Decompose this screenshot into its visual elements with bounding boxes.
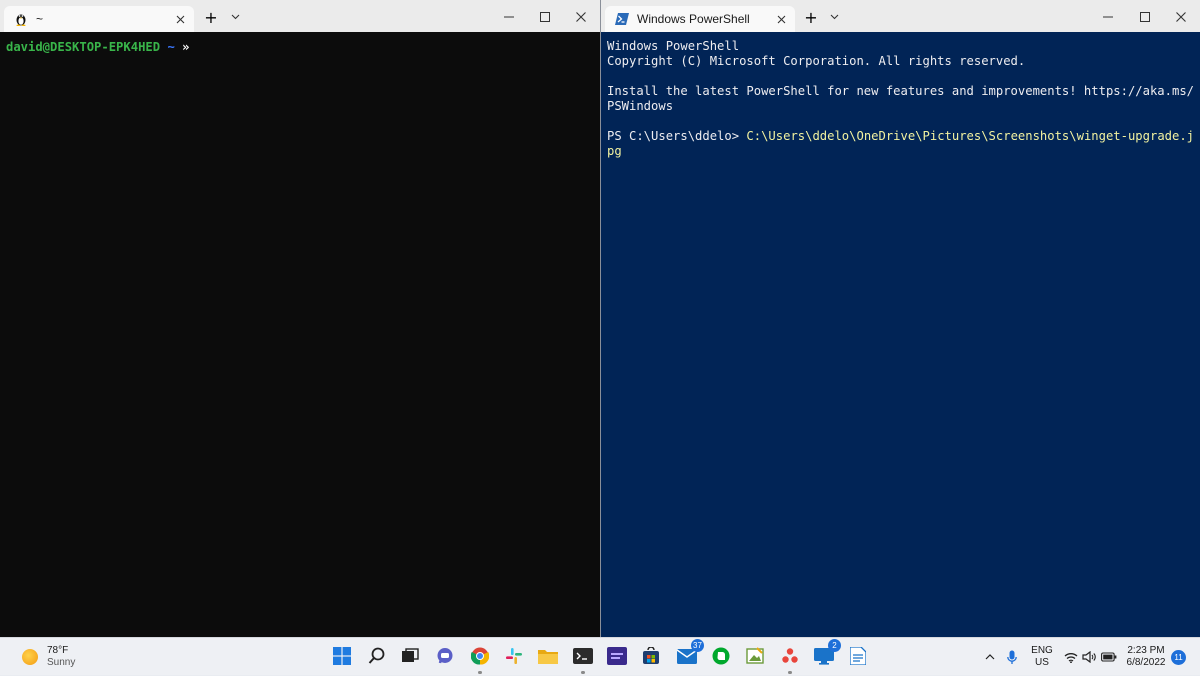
close-button[interactable]	[572, 8, 590, 26]
powershell-icon	[615, 12, 629, 26]
language-code: ENG	[1031, 645, 1053, 656]
terminal-icon[interactable]	[572, 645, 594, 674]
meeting-app-icon[interactable]	[779, 645, 801, 674]
maximize-button[interactable]	[1136, 8, 1154, 26]
terminal-output-powershell[interactable]: Windows PowerShell Copyright (C) Microsof…	[601, 32, 1200, 637]
microsoft-store-icon[interactable]	[640, 645, 662, 667]
tab-dropdown-button[interactable]	[825, 8, 843, 26]
tab-powershell[interactable]: Windows PowerShell	[605, 6, 795, 32]
task-view-icon[interactable]	[399, 645, 421, 667]
title-bar: Windows PowerShell +	[601, 0, 1200, 32]
sun-icon	[22, 649, 38, 665]
running-indicator	[581, 671, 585, 674]
chevron-up-icon[interactable]	[981, 638, 999, 676]
language-indicator[interactable]: ENG US	[1027, 638, 1057, 676]
title-bar: ~ +	[0, 0, 600, 32]
image-editor-icon[interactable]	[744, 645, 766, 667]
file-explorer-icon[interactable]	[537, 645, 559, 667]
evernote-icon[interactable]	[710, 645, 732, 667]
prompt-symbol: »	[182, 40, 190, 54]
battery-icon[interactable]	[1099, 638, 1119, 676]
clock-time: 2:23 PM	[1127, 645, 1165, 656]
mail-icon[interactable]: 37	[676, 639, 704, 667]
streaming-app-icon[interactable]	[606, 645, 628, 667]
remote-desktop-icon[interactable]: 2	[813, 639, 841, 667]
notification-count-badge[interactable]: 11	[1171, 650, 1186, 665]
tab-dropdown-button[interactable]	[226, 8, 244, 26]
volume-icon[interactable]	[1080, 638, 1098, 676]
prompt-path: ~	[167, 40, 175, 54]
tab-linux[interactable]: ~	[4, 6, 194, 32]
minimize-button[interactable]	[500, 8, 518, 26]
weather-temperature: 78°F	[47, 645, 69, 656]
running-indicator	[788, 671, 792, 674]
chrome-icon[interactable]	[469, 645, 491, 674]
document-app-icon[interactable]	[847, 645, 869, 667]
start-icon[interactable]	[331, 645, 353, 667]
weather-condition: Sunny	[47, 657, 76, 668]
terminal-window-powershell: Windows PowerShell + Windows PowerShell C…	[601, 0, 1200, 637]
tab-title: ~	[36, 12, 44, 26]
microphone-icon[interactable]	[1003, 638, 1021, 676]
new-tab-button[interactable]: +	[802, 8, 820, 27]
region-code: US	[1035, 657, 1049, 668]
linux-penguin-icon	[14, 12, 28, 26]
terminal-output-linux[interactable]: david@DESKTOP-EPK4HED ~ »	[0, 32, 600, 637]
slack-icon[interactable]	[503, 645, 525, 667]
tab-close-icon[interactable]	[773, 11, 789, 27]
maximize-button[interactable]	[536, 8, 554, 26]
minimize-button[interactable]	[1099, 8, 1117, 26]
teams-chat-icon[interactable]	[434, 645, 456, 667]
prompt-user-host: david@DESKTOP-EPK4HED	[6, 40, 161, 54]
taskbar: 78°F Sunny 37 2 ENG US 2:23 PM 6/8/2022 …	[0, 637, 1200, 675]
tab-title: Windows PowerShell	[637, 12, 750, 26]
running-indicator	[478, 671, 482, 674]
new-tab-button[interactable]: +	[202, 8, 220, 27]
weather-widget[interactable]: 78°F Sunny	[22, 643, 75, 671]
terminal-window-linux: ~ + david@DESKTOP-EPK4HED ~ »	[0, 0, 600, 637]
wifi-icon[interactable]	[1062, 638, 1080, 676]
ps-prompt: PS C:\Users\ddelo>	[607, 129, 747, 143]
ps-banner-copyright: Copyright (C) Microsoft Corporation. All…	[607, 54, 1026, 68]
mail-unread-badge: 37	[691, 639, 704, 652]
clock[interactable]: 2:23 PM 6/8/2022	[1122, 638, 1170, 676]
ps-banner-title: Windows PowerShell	[607, 39, 740, 53]
close-button[interactable]	[1172, 8, 1190, 26]
clock-date: 6/8/2022	[1126, 657, 1166, 668]
remote-desktop-badge: 2	[828, 639, 841, 652]
search-icon[interactable]	[366, 645, 388, 667]
ps-banner-install-hint: Install the latest PowerShell for new fe…	[607, 84, 1194, 113]
tab-close-icon[interactable]	[172, 11, 188, 27]
